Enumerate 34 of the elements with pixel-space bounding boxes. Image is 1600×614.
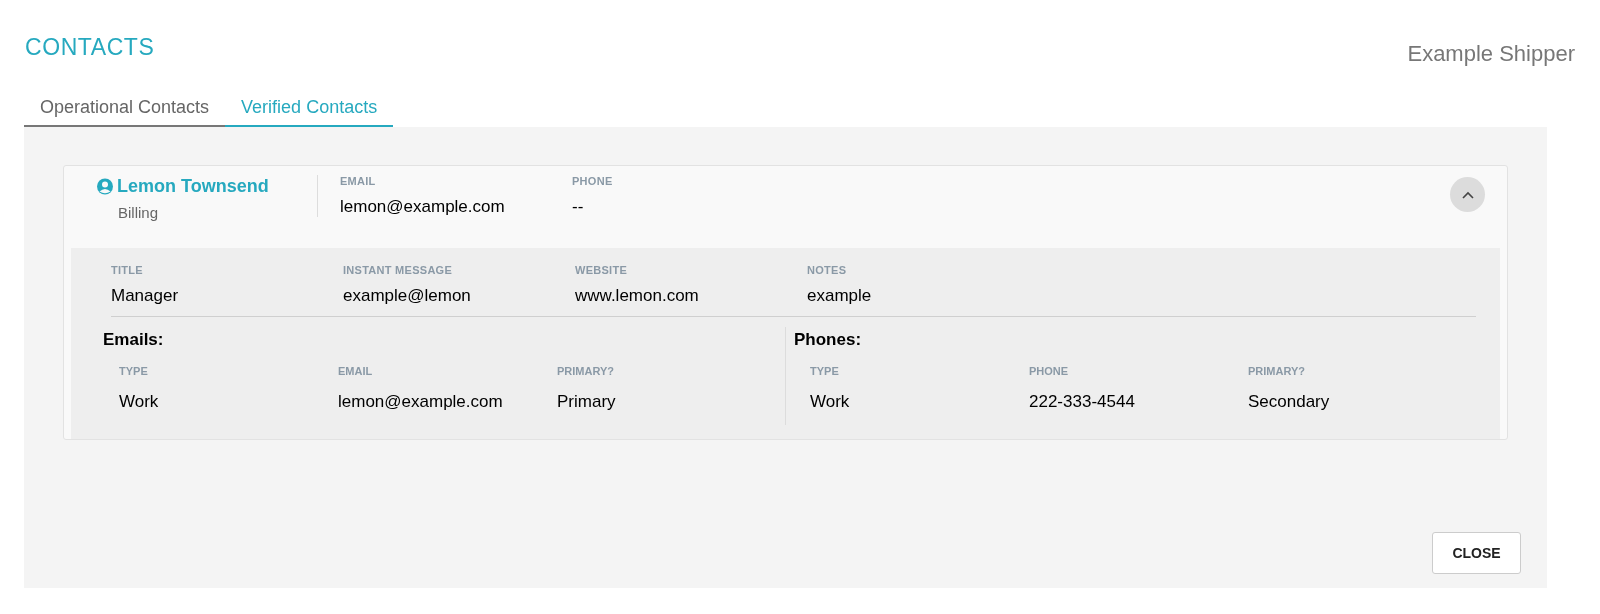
field-value: www.lemon.com — [575, 284, 700, 307]
page-title: CONTACTS — [25, 33, 155, 62]
collapse-button[interactable] — [1450, 177, 1485, 212]
column-header: PHONE — [1029, 363, 1070, 379]
user-icon — [96, 177, 114, 196]
table-cell-text: Work — [810, 391, 851, 413]
column-header: PRIMARY? — [557, 363, 616, 379]
field-label: INSTANT MESSAGE — [343, 263, 454, 278]
table-cell-text: Work — [119, 391, 160, 413]
section-title: Phones: — [794, 329, 863, 351]
table-cell-text: Secondary — [1248, 391, 1331, 413]
column-header: PRIMARY? — [1248, 363, 1307, 379]
field-value: lemon@example.com — [340, 195, 506, 218]
field-value: example — [807, 284, 873, 307]
table-cell-text: 222-333-4544 — [1029, 391, 1136, 413]
field-label: PHONE — [572, 174, 614, 189]
contact-role: Billing — [118, 203, 160, 223]
column-header: EMAIL — [338, 363, 374, 379]
field-label: EMAIL — [340, 174, 377, 189]
column-header: TYPE — [119, 363, 149, 379]
company-name: Example Shipper — [1407, 40, 1575, 68]
close-button[interactable]: CLOSE — [1432, 532, 1521, 574]
column-header: TYPE — [810, 363, 840, 379]
field-value: Manager — [111, 284, 180, 307]
chevron-up-icon — [1461, 190, 1474, 199]
section-title: Emails: — [103, 329, 165, 351]
table-cell-text: lemon@example.com — [338, 391, 504, 413]
field-label: WEBSITE — [575, 263, 629, 278]
field-value: -- — [572, 195, 585, 218]
contact-name: Lemon Townsend — [117, 175, 269, 198]
field-label: NOTES — [807, 263, 848, 278]
field-value: example@lemon — [343, 284, 472, 307]
table-cell-text: Primary — [557, 391, 617, 413]
field-label: TITLE — [111, 263, 144, 278]
